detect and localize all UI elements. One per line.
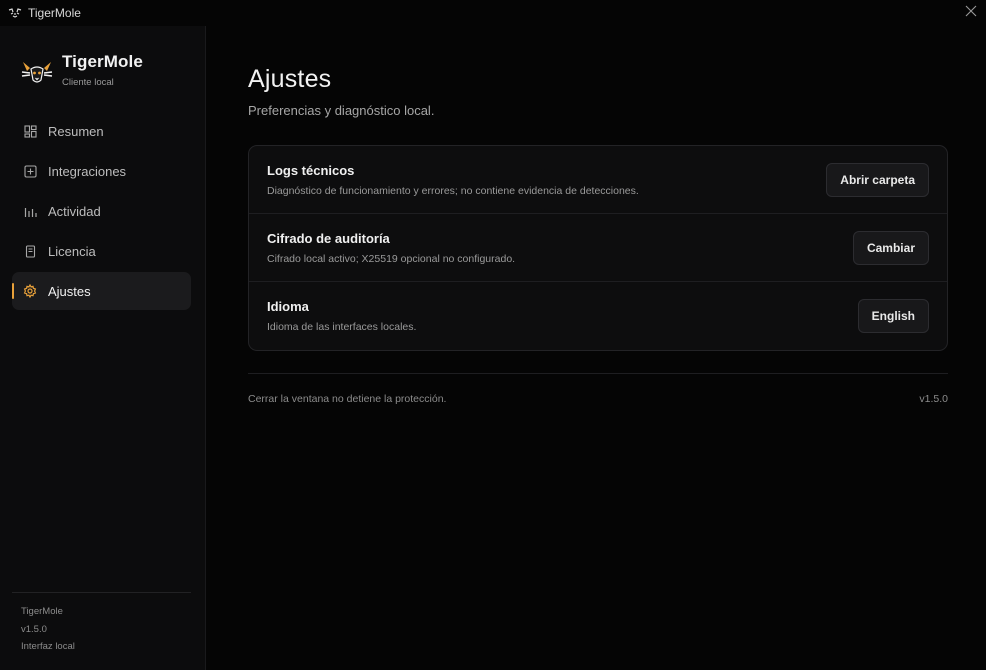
gear-icon (23, 284, 37, 298)
change-encryption-button[interactable]: Cambiar (852, 230, 929, 265)
window-title: TigerMole (28, 6, 81, 20)
footer-note: Cerrar la ventana no detiene la protecci… (248, 393, 447, 405)
close-button[interactable] (960, 2, 982, 24)
main-content: Ajustes Preferencias y diagnóstico local… (248, 26, 948, 405)
sidebar-footer: TigerMole v1.5.0 Interfaz local (12, 592, 191, 656)
plus-square-icon (23, 164, 37, 178)
setting-description: Idioma de las interfaces locales. (267, 321, 417, 333)
title-bar: TigerMole (0, 0, 986, 26)
sidebar-item-licencia[interactable]: Licencia (12, 232, 191, 270)
brand-name: TigerMole (62, 52, 143, 71)
brand-subtitle: Cliente local (62, 77, 114, 88)
sidebar-item-label: Actividad (48, 203, 101, 219)
setting-description: Cifrado local activo; X25519 opcional no… (267, 252, 516, 265)
setting-row-language: Idioma Idioma de las interfaces locales.… (249, 282, 947, 350)
sidebar-item-label: Licencia (48, 243, 96, 259)
tiger-icon (8, 6, 22, 20)
sidebar-item-ajustes[interactable]: Ajustes (12, 272, 191, 310)
dashboard-icon (23, 124, 37, 138)
bar-chart-icon (23, 204, 37, 218)
language-button[interactable]: English (857, 299, 929, 333)
app-window: TigerMole TigerMole Cliente local Resume… (0, 0, 986, 670)
close-icon (965, 4, 977, 22)
sidebar: TigerMole Cliente local Resumen Integrac… (0, 26, 206, 670)
footer-version: v1.5.0 (21, 623, 47, 635)
sidebar-item-resumen[interactable]: Resumen (12, 112, 191, 150)
footer-app-name: TigerMole (21, 606, 63, 617)
main-footer: Cerrar la ventana no detiene la protecci… (248, 393, 948, 405)
settings-card: Logs técnicos Diagnóstico de funcionamie… (248, 145, 948, 351)
setting-description: Diagnóstico de funcionamiento y errores;… (267, 184, 639, 197)
document-icon (23, 244, 37, 258)
page-subtitle: Preferencias y diagnóstico local. (248, 103, 435, 118)
version-label: v1.5.0 (919, 393, 948, 405)
footer-mode: Interfaz local (21, 641, 75, 652)
sidebar-item-label: Resumen (48, 123, 104, 139)
page-title: Ajustes (248, 65, 332, 93)
setting-row-logs: Logs técnicos Diagnóstico de funcionamie… (249, 146, 947, 214)
tigermole-logo (20, 56, 54, 90)
brand: TigerMole Cliente local (20, 52, 143, 90)
sidebar-item-integraciones[interactable]: Integraciones (12, 152, 191, 190)
divider (248, 373, 948, 374)
setting-title: Logs técnicos (267, 162, 355, 178)
sidebar-item-label: Ajustes (48, 283, 91, 299)
setting-title: Cifrado de auditoría (267, 230, 390, 246)
open-folder-button[interactable]: Abrir carpeta (826, 162, 929, 197)
sidebar-item-label: Integraciones (48, 163, 127, 179)
sidebar-item-actividad[interactable]: Actividad (12, 192, 191, 230)
sidebar-nav: Resumen Integraciones Actividad Licencia… (12, 112, 191, 312)
setting-row-encryption: Cifrado de auditoría Cifrado local activ… (249, 214, 947, 282)
setting-title: Idioma (267, 299, 309, 314)
